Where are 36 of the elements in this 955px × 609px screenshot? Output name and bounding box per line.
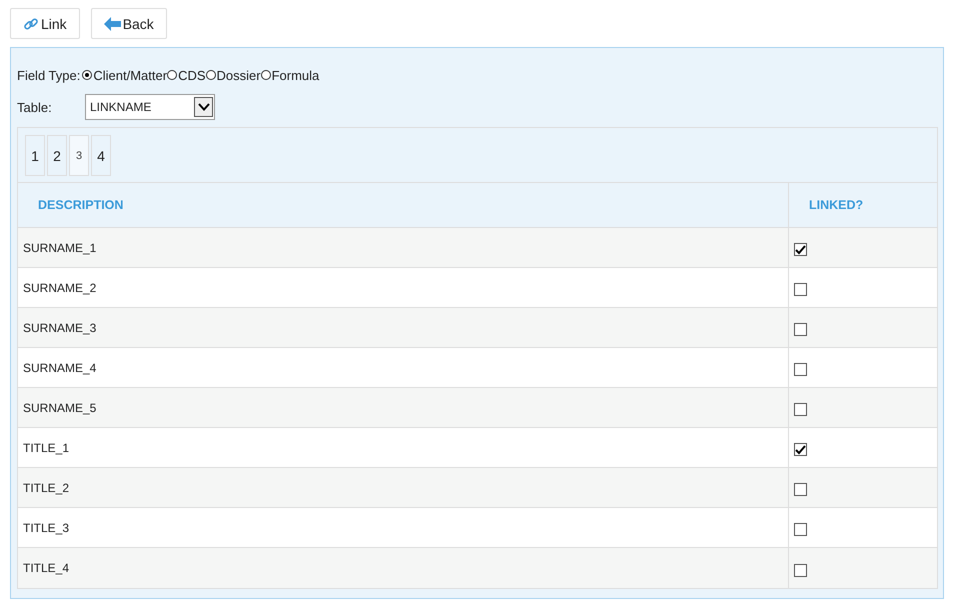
checkbox[interactable] — [794, 283, 807, 296]
checkbox[interactable] — [794, 323, 807, 336]
checkbox[interactable] — [794, 403, 807, 416]
column-header: DESCRIPTION — [18, 183, 789, 227]
checkbox[interactable] — [794, 443, 807, 456]
link-button[interactable]: Link — [10, 8, 80, 39]
radio-option[interactable]: Formula — [260, 68, 320, 82]
radio-option[interactable]: CDS — [167, 68, 206, 82]
checkbox[interactable] — [794, 243, 807, 256]
table-cell: TITLE_1 — [18, 428, 789, 467]
table-cell: TITLE_3 — [18, 508, 789, 547]
column-header: LINKED? — [808, 197, 864, 214]
field-type-label: Field Type: — [17, 68, 80, 82]
table-cell: SURNAME_2 — [18, 268, 789, 307]
back-button[interactable]: Back — [90, 8, 167, 39]
checkbox[interactable] — [794, 564, 807, 576]
table-label: Table: — [17, 100, 53, 114]
chevron-down-icon — [198, 103, 210, 111]
checkbox[interactable] — [794, 523, 807, 536]
page-button[interactable]: 1 — [25, 135, 45, 176]
checkbox[interactable] — [794, 483, 807, 496]
table-cell: SURNAME_5 — [18, 388, 789, 427]
radio-option[interactable]: Client/Matter — [82, 68, 168, 82]
arrow-left-icon — [104, 16, 121, 30]
page-button[interactable]: 2 — [47, 135, 67, 176]
table-cell: SURNAME_1 — [18, 228, 789, 267]
link-icon — [23, 16, 39, 32]
page-button[interactable]: 3 — [69, 135, 89, 176]
table-cell: SURNAME_4 — [18, 348, 789, 387]
table-dropdown[interactable]: LINKNAME — [85, 94, 215, 120]
table-cell: TITLE_4 — [18, 548, 789, 588]
table-cell: TITLE_2 — [18, 468, 789, 507]
table-cell: SURNAME_3 — [18, 308, 789, 347]
page-button[interactable]: 4 — [91, 135, 111, 176]
checkbox[interactable] — [794, 363, 807, 376]
radio-option[interactable]: Dossier — [206, 68, 261, 82]
